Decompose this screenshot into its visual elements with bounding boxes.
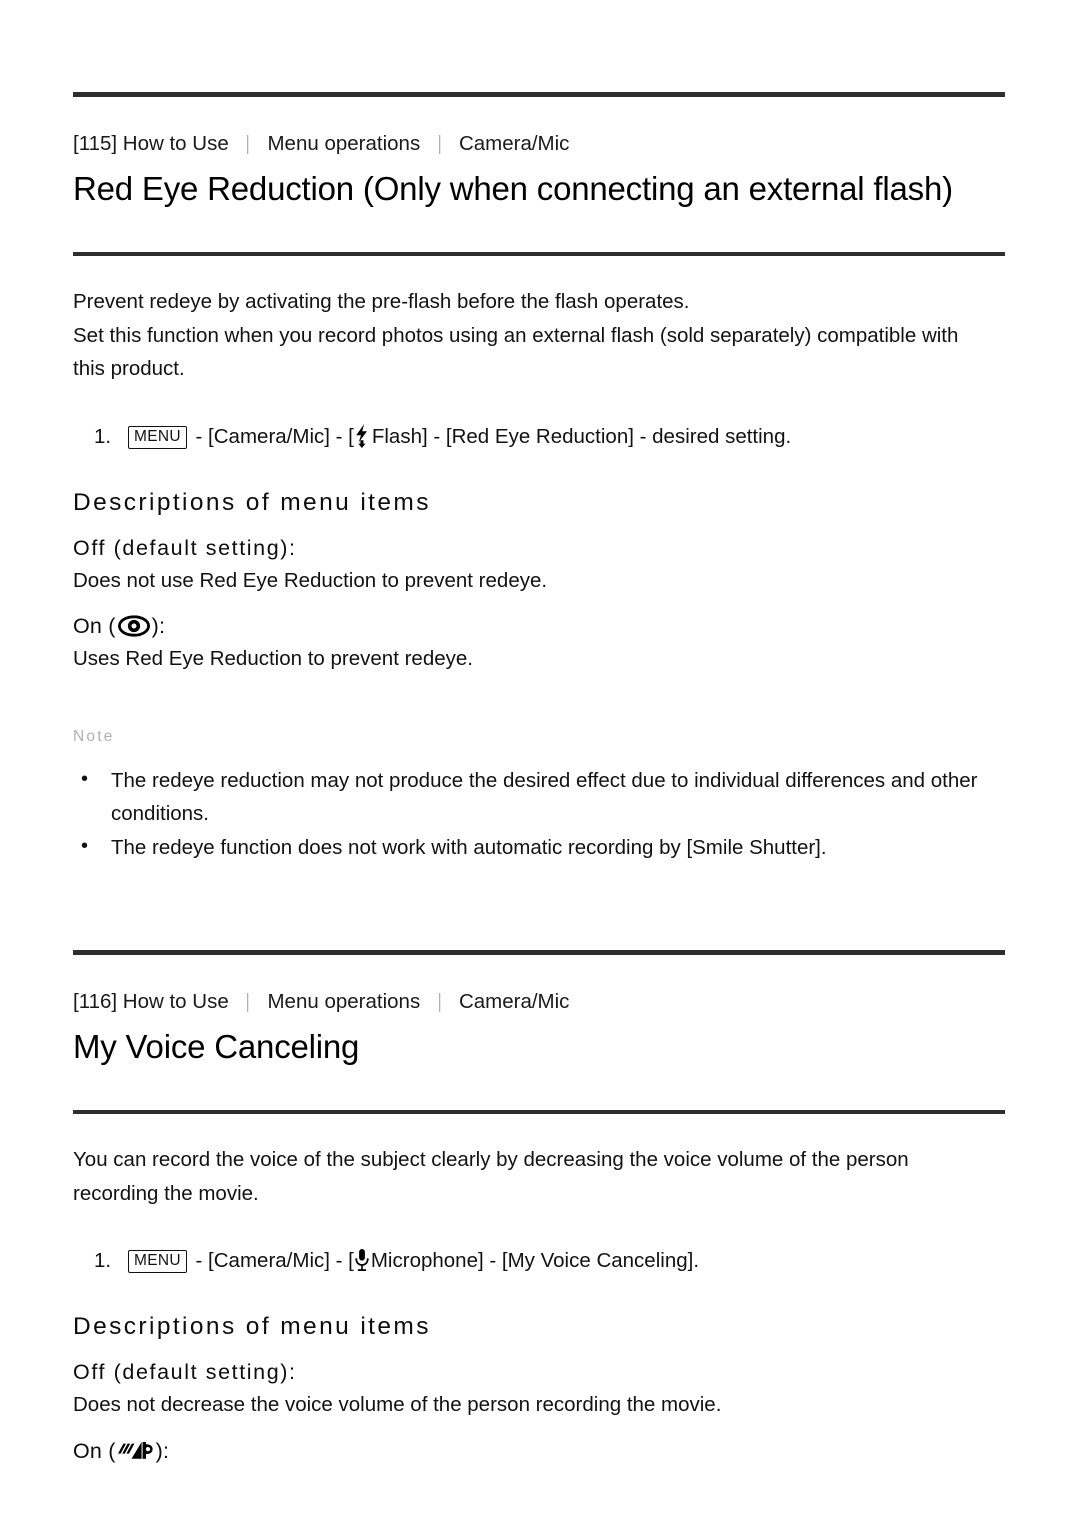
breadcrumb-116: [116] How to Use | Menu operations | Cam… <box>73 989 1005 1015</box>
step-list-115: 1. MENU - [Camera/Mic] - [ Flash] - [Red … <box>73 420 1005 454</box>
option-label-on-prefix-116: On ( <box>73 1438 116 1463</box>
flash-icon <box>354 423 371 448</box>
option-label-on-116: On (): <box>73 1435 1005 1467</box>
breadcrumb-separator-icon: | <box>246 990 250 1013</box>
breadcrumb-separator-icon: | <box>437 132 442 155</box>
option-description-on-115: Uses Red Eye Reduction to prevent redeye… <box>73 647 473 670</box>
note-label-115: Note <box>73 727 115 745</box>
breadcrumb-separator-icon: | <box>246 132 250 155</box>
paragraph-115-0: Prevent redeye by activating the pre-fla… <box>73 290 690 313</box>
breadcrumb-id-116: [116] <box>73 990 118 1013</box>
bullet-icon: • <box>81 767 89 790</box>
section-top-rule-115 <box>73 92 1005 97</box>
option-label-off-115: Off (default setting): <box>73 535 297 560</box>
note-item-text: The redeye reduction may not produce the… <box>111 768 978 826</box>
page-title-116: My Voice Canceling <box>73 1028 360 1065</box>
breadcrumb-item-camera-mic-115: Camera/Mic <box>458 132 570 155</box>
eye-icon <box>117 615 150 637</box>
menu-button-115[interactable]: MENU <box>128 425 187 449</box>
step-text-before-icon-116: - [Camera/Mic] - [ <box>189 1249 354 1272</box>
step-number-116: 1. <box>94 1249 112 1272</box>
step-item-116: 1. MENU - [Camera/Mic] - [ Microphone] - … <box>73 1244 1005 1278</box>
option-label-on-suffix-116: ): <box>155 1438 170 1463</box>
breadcrumb-separator-icon: | <box>437 990 442 1013</box>
step-list-116: 1. MENU - [Camera/Mic] - [ Microphone] - … <box>73 1244 1005 1278</box>
step-item-115: 1. MENU - [Camera/Mic] - [ Flash] - [Red … <box>73 420 1005 454</box>
breadcrumb-item-how-to-use-116: How to Use <box>122 990 229 1013</box>
breadcrumb-115: [115] How to Use | Menu operations | Cam… <box>73 131 1005 157</box>
descriptions-heading-115: Descriptions of menu items <box>73 488 431 516</box>
step-text-after-icon-116: Microphone] - [My Voice Canceling]. <box>370 1249 700 1272</box>
breadcrumb-item-menu-operations-116: Menu operations <box>267 990 421 1013</box>
note-list-115: • The redeye reduction may not produce t… <box>73 764 1005 865</box>
step-number-115: 1. <box>94 424 112 448</box>
step-text-before-icon-115: - [Camera/Mic] - [ <box>189 424 354 448</box>
section-top-rule-116 <box>73 950 1005 955</box>
page-content: [115] How to Use | Menu operations | Cam… <box>73 0 1005 1467</box>
option-label-on-suffix-115: ): <box>151 614 166 638</box>
note-item: • The redeye function does not work with… <box>73 831 1005 865</box>
option-label-on-115: On (): <box>73 610 1005 642</box>
option-label-on-prefix-115: On ( <box>73 614 116 638</box>
microphone-icon <box>354 1248 370 1272</box>
descriptions-heading-116: Descriptions of menu items <box>73 1313 431 1340</box>
bullet-icon: • <box>81 834 89 857</box>
option-label-off-116: Off (default setting): <box>73 1360 297 1384</box>
breadcrumb-item-menu-operations-115: Menu operations <box>267 132 421 155</box>
breadcrumb-item-camera-mic-116: Camera/Mic <box>458 990 570 1013</box>
note-item: • The redeye reduction may not produce t… <box>73 764 1005 831</box>
option-description-off-115: Does not use Red Eye Reduction to preven… <box>73 568 548 592</box>
note-item-text: The redeye function does not work with a… <box>111 835 827 859</box>
breadcrumb-id-115: [115] <box>73 132 118 155</box>
breadcrumb-item-how-to-use-115: How to Use <box>122 132 229 155</box>
page-title-115: Red Eye Reduction (Only when connecting … <box>73 170 953 207</box>
menu-button-116[interactable]: MENU <box>128 1250 187 1273</box>
paragraph-116-0: You can record the voice of the subject … <box>73 1148 909 1205</box>
paragraph-115-1: Set this function when you record photos… <box>73 323 959 381</box>
document-page: [115] How to Use | Menu operations | Cam… <box>0 0 1080 1528</box>
option-description-off-116: Does not decrease the voice volume of th… <box>73 1393 722 1416</box>
voice-canceling-icon <box>117 1439 155 1463</box>
step-text-after-icon-115: Flash] - [Red Eye Reduction] - desired s… <box>371 424 792 448</box>
